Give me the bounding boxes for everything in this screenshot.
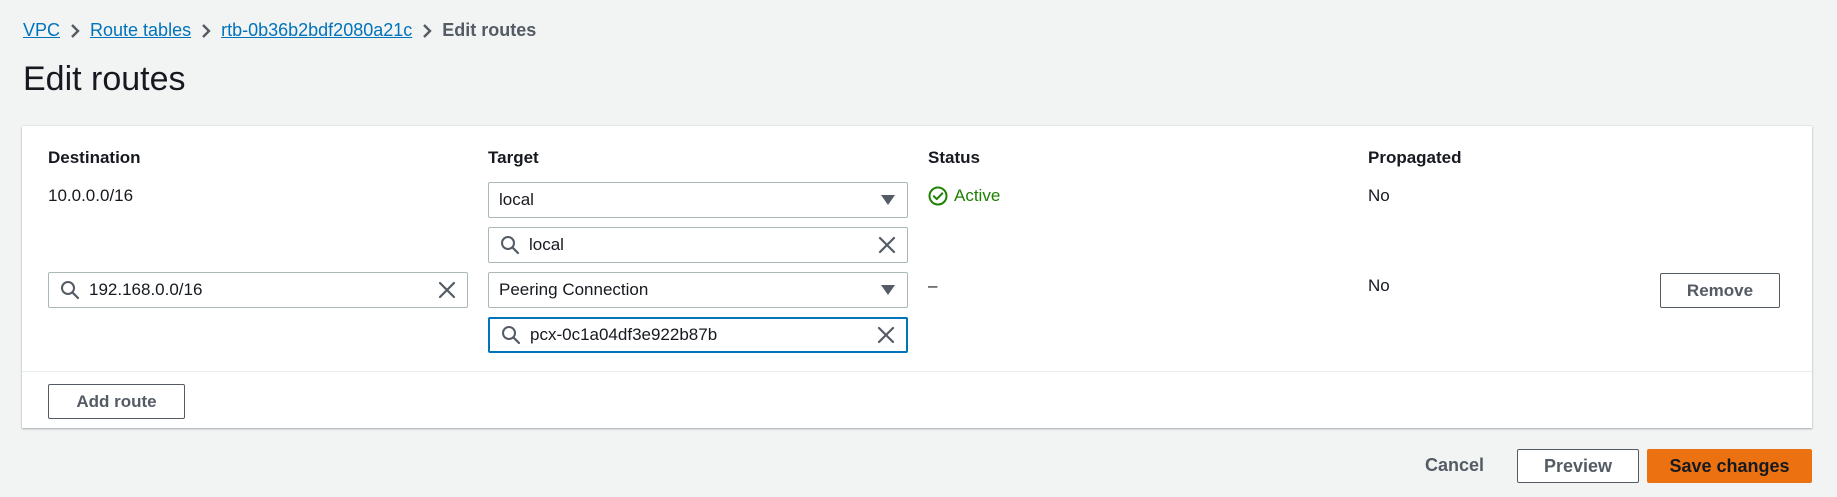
chevron-right-icon	[191, 20, 221, 41]
breadcrumb-route-tables-link[interactable]: Route tables	[90, 20, 191, 41]
check-circle-icon	[928, 186, 948, 206]
route-1-propagated: No	[1368, 186, 1390, 205]
column-header-target: Target	[488, 148, 539, 167]
column-header-propagated: Propagated	[1368, 148, 1462, 167]
route-1-status: Active	[928, 186, 1000, 206]
breadcrumb: VPC Route tables rtb-0b36b2bdf2080a21c E…	[23, 20, 536, 41]
search-icon	[61, 281, 80, 300]
route-2-target-search-value: pcx-0c1a04df3e922b87b	[530, 325, 718, 344]
route-2-destination-input[interactable]: 192.168.0.0/16	[48, 272, 468, 308]
chevron-right-icon	[412, 20, 442, 41]
clear-icon[interactable]	[877, 235, 897, 255]
caret-down-icon	[881, 195, 895, 205]
route-2-target-select[interactable]: Peering Connection	[488, 272, 908, 308]
clear-icon[interactable]	[437, 280, 457, 300]
route-1-target-search-input[interactable]: local	[488, 227, 908, 263]
remove-route-button[interactable]: Remove	[1660, 273, 1780, 308]
chevron-right-icon	[60, 20, 90, 41]
route-1-target-search-value: local	[529, 235, 564, 254]
caret-down-icon	[881, 285, 895, 295]
breadcrumb-current: Edit routes	[442, 20, 537, 40]
route-1-target-select[interactable]: local	[488, 182, 908, 218]
route-2-propagated: No	[1368, 276, 1390, 295]
column-header-status: Status	[928, 148, 980, 167]
route-1-destination: 10.0.0.0/16	[48, 186, 134, 205]
route-1-target-value: local	[499, 190, 534, 209]
route-2-target-search-input[interactable]: pcx-0c1a04df3e922b87b	[488, 317, 908, 353]
cancel-button[interactable]: Cancel	[1425, 455, 1484, 476]
preview-button[interactable]: Preview	[1517, 449, 1639, 483]
route-2-destination-value: 192.168.0.0/16	[89, 280, 203, 299]
breadcrumb-vpc-link[interactable]: VPC	[23, 20, 60, 41]
route-1-status-label: Active	[954, 186, 1001, 205]
search-icon	[502, 326, 521, 345]
add-route-button[interactable]: Add route	[48, 384, 185, 419]
routes-panel: Destination Target Status Propagated 10.…	[22, 126, 1812, 428]
route-2-target-value: Peering Connection	[499, 280, 649, 299]
breadcrumb-route-table-id-link[interactable]: rtb-0b36b2bdf2080a21c	[221, 20, 412, 41]
route-2-status: –	[928, 276, 938, 295]
search-icon	[501, 236, 520, 255]
clear-icon[interactable]	[876, 325, 896, 345]
save-changes-button[interactable]: Save changes	[1647, 449, 1812, 483]
page-title: Edit routes	[23, 60, 186, 98]
column-header-destination: Destination	[48, 148, 141, 167]
divider	[22, 371, 1812, 372]
